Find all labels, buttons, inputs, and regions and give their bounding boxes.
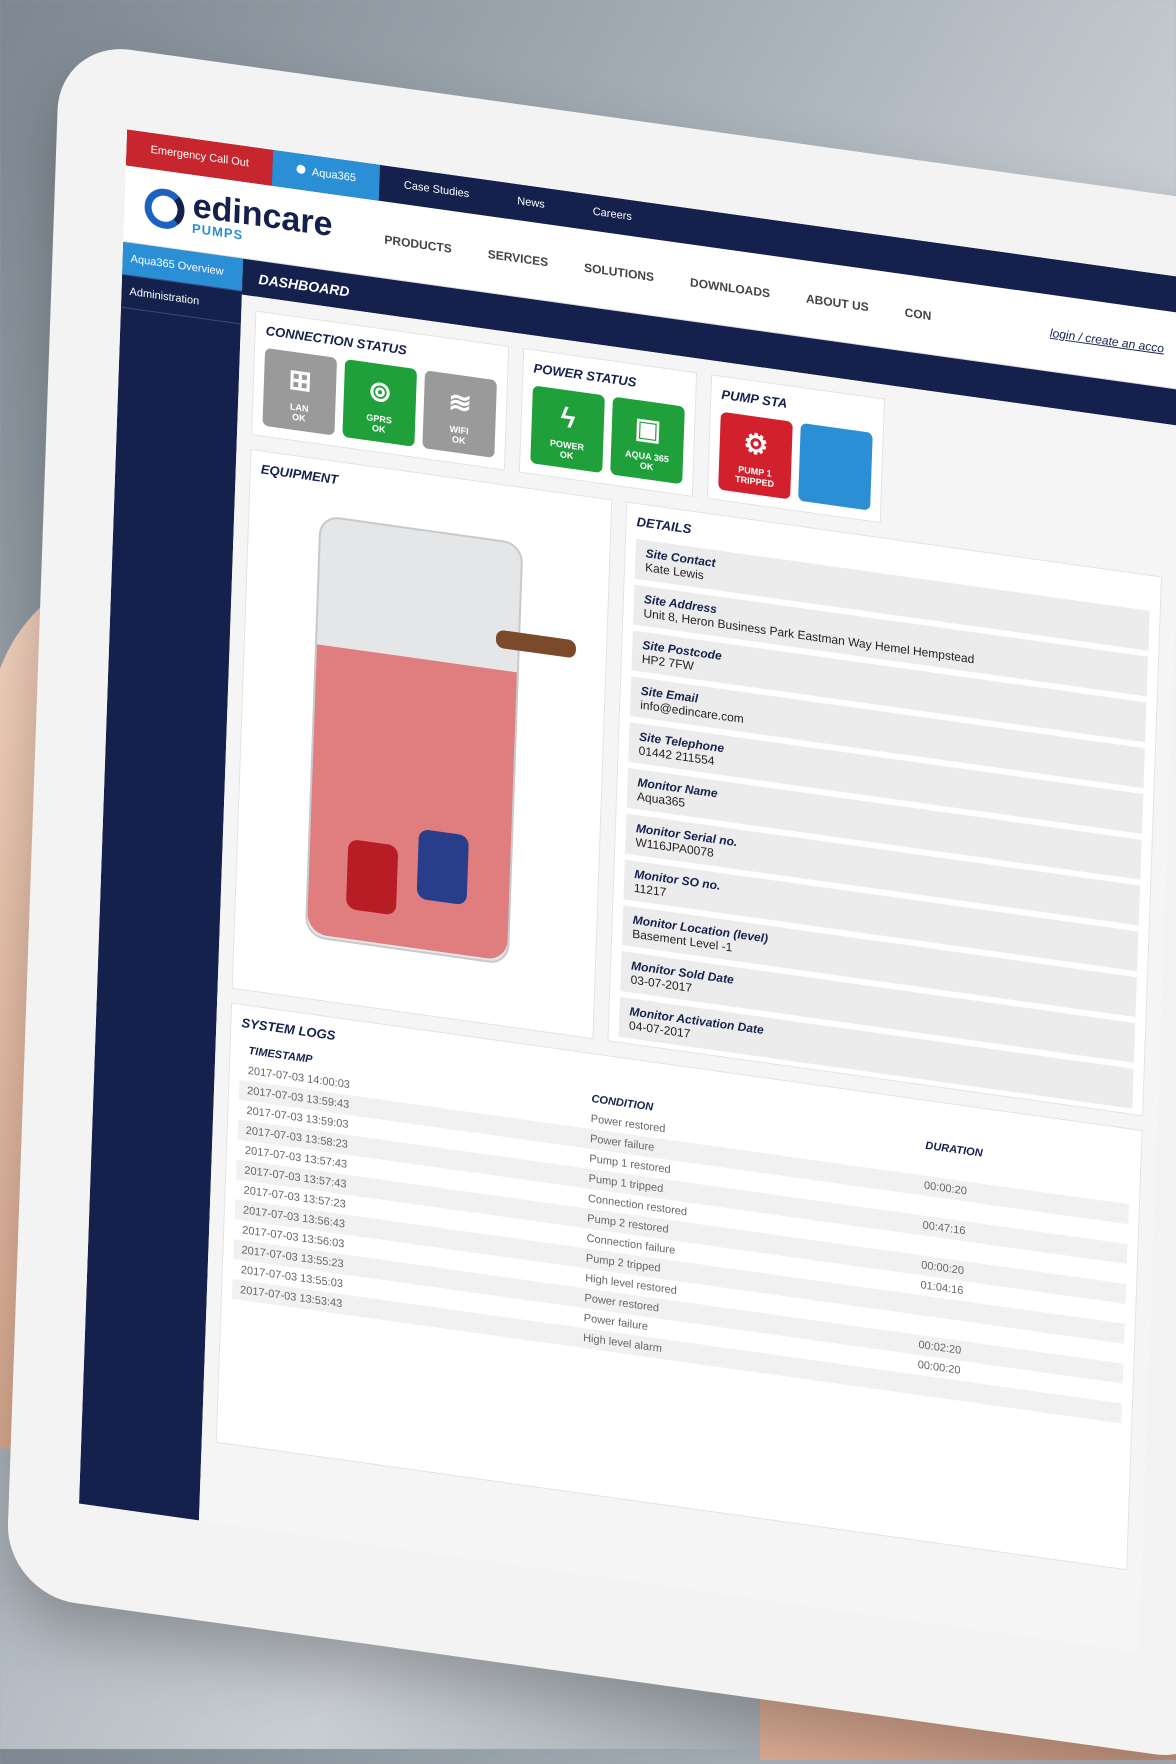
tablet-screen: Emergency Call Out Aqua365 Case Studies … [79,129,1176,1652]
red-pump [345,838,399,916]
nav-products[interactable]: PRODUCTS [384,233,452,256]
nav-contact[interactable]: CON [904,305,931,323]
details-panel: DETAILS Site Contact Kate Lewis Site Addr… [607,501,1162,1117]
pump2-status-tile[interactable] [798,422,873,511]
lan-status-label: LAN OK [289,401,309,424]
power-status-tile[interactable]: ϟ POWER OK [530,385,605,474]
nav-downloads[interactable]: DOWNLOADS [690,275,770,300]
dashboard-content: CONNECTION STATUS ⊞ LAN OK ⊚ GPRS OK ≋ W… [198,294,1176,1652]
gprs-status-label: GPRS OK [366,412,393,435]
main-area: DASHBOARD CONNECTION STATUS ⊞ LAN OK ⊚ G… [198,258,1176,1652]
lightning-icon: ϟ [560,401,576,435]
nav-solutions[interactable]: SOLUTIONS [584,261,654,285]
pump1-status-tile[interactable]: ⚙ PUMP 1 TRIPPED [718,411,793,500]
logo-ring-icon [143,186,186,232]
lightning-box-icon: ▣ [634,411,662,447]
wifi-status-tile[interactable]: ≋ WIFI OK [422,370,497,459]
pump-status-panel: PUMP STA ⚙ PUMP 1 TRIPPED [706,374,886,524]
blue-pump [416,828,469,906]
gprs-status-tile[interactable]: ⊚ GPRS OK [342,359,418,447]
power-status-panel: POWER STATUS ϟ POWER OK ▣ AQUA 365 OK [518,348,698,497]
lan-status-tile[interactable]: ⊞ LAN OK [262,347,338,436]
gprs-icon: ⊚ [367,374,393,409]
wifi-icon: ≋ [447,385,473,420]
connection-status-panel: CONNECTION STATUS ⊞ LAN OK ⊚ GPRS OK ≋ W… [251,310,510,471]
power-status-label: POWER OK [549,437,585,462]
tablet-device: Emergency Call Out Aqua365 Case Studies … [5,40,1176,1764]
equipment-details-row: EQUIPMENT DETAILS Site Contact Kate Lewi… [231,448,1162,1117]
pump-icon: ⚙ [742,426,769,462]
aqua365-tab-label: Aqua365 [311,166,357,185]
app-body: Aqua365 Overview Administration DASHBOAR… [79,241,1176,1652]
pump1-status-label: PUMP 1 TRIPPED [734,464,775,490]
lan-icon: ⊞ [287,363,313,398]
nav-services[interactable]: SERVICES [487,247,548,269]
nav-about-us[interactable]: ABOUT US [806,292,869,315]
system-logs-table: TIMESTAMP CONDITION DURATION 2017-07-03 … [231,1040,1131,1424]
wifi-status-label: WIFI OK [449,423,469,446]
aqua365-icon [296,164,307,175]
aqua365-status-label: AQUA 365 OK [624,448,669,473]
pump-station-illustration [244,486,600,992]
login-link[interactable]: login / create an acco [1050,326,1176,359]
aqua365-status-tile[interactable]: ▣ AQUA 365 OK [610,396,685,485]
equipment-panel: EQUIPMENT [231,448,613,1040]
tank-liquid [306,644,517,962]
